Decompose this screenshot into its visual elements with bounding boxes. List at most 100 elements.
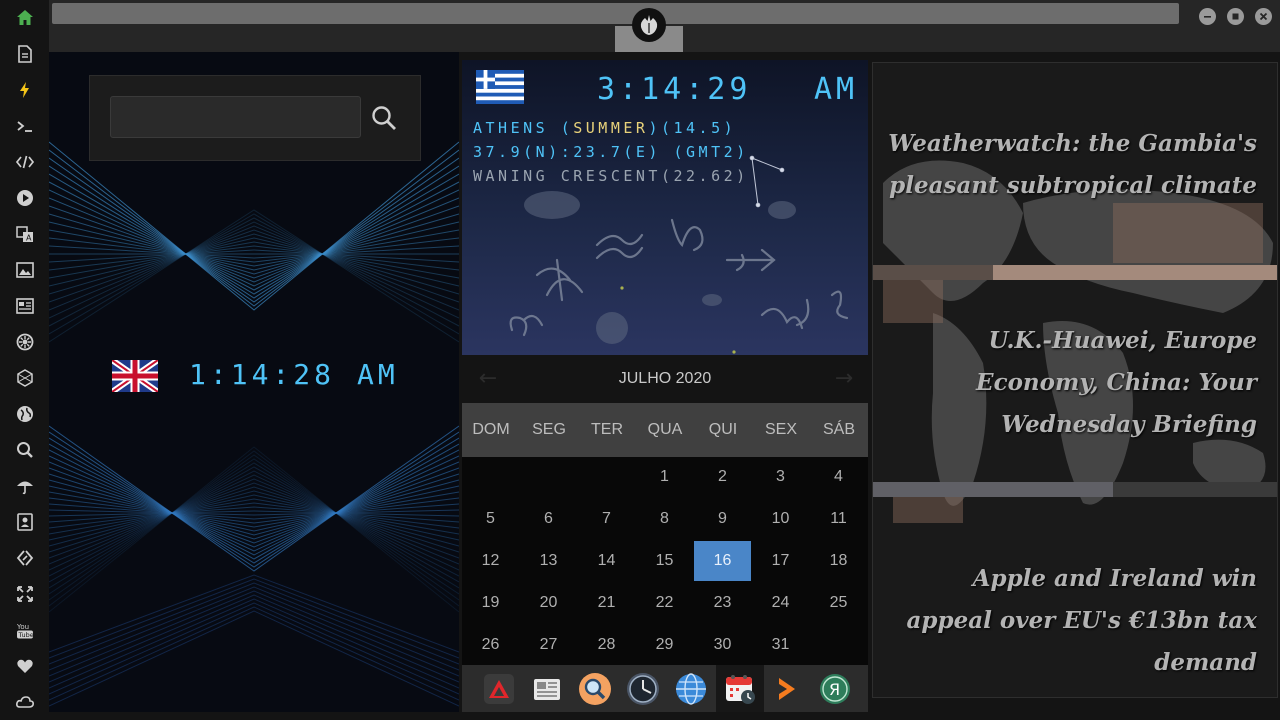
svg-text:Tube: Tube [17,631,33,639]
calendar-day[interactable]: 23 [694,583,751,623]
calendar-day[interactable]: 15 [636,541,693,581]
sidebar-home-icon[interactable] [0,0,49,36]
headline-2[interactable]: U.K.-Huawei, Europe Economy, China: Your… [887,320,1257,446]
sidebar-fullscreen-icon[interactable] [0,576,49,612]
search-button[interactable] [368,102,400,134]
calendar-day-today[interactable]: 16 [694,541,751,581]
calendar-day[interactable]: 11 [810,499,867,539]
calendar-day[interactable]: 19 [462,583,519,623]
dock-item-orange-chevron[interactable] [768,670,806,708]
dock-item-red-triangle[interactable] [480,670,518,708]
temperature-label: )(14.5) [648,119,737,137]
search-icon [372,106,396,130]
calendar-day[interactable]: 10 [752,499,809,539]
calendar-widget: JULHO 2020 ← → DOM SEG TER QUA QUI SEX SÁB 123… [462,355,868,665]
calendar-day[interactable]: 26 [462,625,519,665]
uk-time: 1:14:28 [189,358,336,391]
pattern-line [49,197,459,283]
sidebar-globe-icon[interactable] [0,396,49,432]
logo-button[interactable] [632,8,666,42]
next-month-button[interactable]: → [832,367,856,391]
close-button[interactable] [1255,8,1272,25]
weekday-label: QUI [708,421,738,438]
headline-3[interactable]: Apple and Ireland win appeal over EU's €… [887,558,1257,684]
sidebar-code-icon[interactable] [0,144,49,180]
code-icon [15,155,34,169]
calendar-day[interactable]: 20 [520,583,577,623]
dock-item-globe[interactable] [672,670,710,708]
calendar-day[interactable]: 9 [694,499,751,539]
sidebar-terminal-icon[interactable] [0,108,49,144]
sidebar-search-icon[interactable] [0,432,49,468]
magnifier-app-icon [579,673,611,705]
prev-month-button[interactable]: ← [476,367,500,391]
greece-flag-icon [476,70,524,104]
calendar-day[interactable]: 31 [752,625,809,665]
calendar-day[interactable]: 2 [694,457,751,497]
calendar-day[interactable]: 22 [636,583,693,623]
calendar-day[interactable]: 3 [752,457,809,497]
headline-1[interactable]: Weatherwatch: the Gambia's pleasant subt… [887,123,1257,207]
pattern-line [49,249,459,263]
minimize-icon [1204,16,1211,18]
red-triangle-app-icon [484,674,514,704]
calendar-day[interactable]: 14 [578,541,635,581]
calendar-day[interactable]: 17 [752,541,809,581]
sidebar-image-icon[interactable] [0,252,49,288]
calendar-day[interactable]: 24 [752,583,809,623]
calendar-day[interactable]: 18 [810,541,867,581]
calendar-day[interactable]: 21 [578,583,635,623]
sidebar-settings-cog-icon[interactable] [0,324,49,360]
calendar-day[interactable]: 30 [694,625,751,665]
pattern-line [49,590,459,677]
sidebar-news-icon[interactable] [0,288,49,324]
sidebar-translate-icon[interactable]: A [0,216,49,252]
world-clock-panel: 1:14:28 AM [49,52,459,712]
svg-text:Я: Я [829,680,840,699]
calendar-day[interactable]: 28 [578,625,635,665]
calendar-day[interactable]: 27 [520,625,577,665]
app-window: A You Tube 1:14:28 AM 3:14:29 AM ATHENS … [0,0,1280,720]
document-icon [17,45,32,63]
top-bar [49,0,1280,52]
dock-item-clock[interactable] [624,670,662,708]
sidebar-youtube-icon[interactable]: You Tube [0,612,49,648]
calendar-day[interactable]: 4 [810,457,867,497]
calendar-day[interactable]: 8 [636,499,693,539]
calendar-day[interactable]: 25 [810,583,867,623]
newspaper-app-icon [534,679,560,700]
calendar-day[interactable]: 12 [462,541,519,581]
calendar-day[interactable]: 29 [636,625,693,665]
fullscreen-icon [16,586,33,602]
sidebar-document-icon[interactable] [0,36,49,72]
pattern-line [49,491,459,528]
address-bar[interactable] [52,3,1179,24]
image-icon [15,262,34,278]
sidebar-heart-icon[interactable] [0,648,49,684]
calendar-day[interactable]: 6 [520,499,577,539]
svg-text:You: You [16,623,29,631]
sidebar-lightning-icon[interactable] [0,72,49,108]
sidebar-hexagon-icon[interactable] [0,360,49,396]
lightning-icon [19,82,29,98]
sidebar-tag-link-icon[interactable] [0,540,49,576]
play-icon [16,190,33,206]
dock-item-calendar[interactable] [716,665,764,712]
athens-ampm: AM [814,72,859,107]
calendar-day[interactable]: 1 [636,457,693,497]
sidebar-cloud-icon[interactable] [0,684,49,720]
calendar-day[interactable]: 7 [578,499,635,539]
dock-item-magnifier[interactable] [576,670,614,708]
sidebar-umbrella-icon[interactable] [0,468,49,504]
calendar-day[interactable]: 13 [520,541,577,581]
minimize-button[interactable] [1199,8,1216,25]
search-input[interactable] [110,96,361,138]
maximize-button[interactable] [1227,8,1244,25]
weekday-label: QUA [647,421,683,438]
calendar-day[interactable]: 5 [462,499,519,539]
dock-item-newspaper[interactable] [528,670,566,708]
sidebar-contacts-icon[interactable] [0,504,49,540]
sidebar-play-icon[interactable] [0,180,49,216]
dock-item-translator[interactable]: Я [816,670,854,708]
weekday-header-row: DOM SEG TER QUA QUI SEX SÁB [462,403,868,457]
